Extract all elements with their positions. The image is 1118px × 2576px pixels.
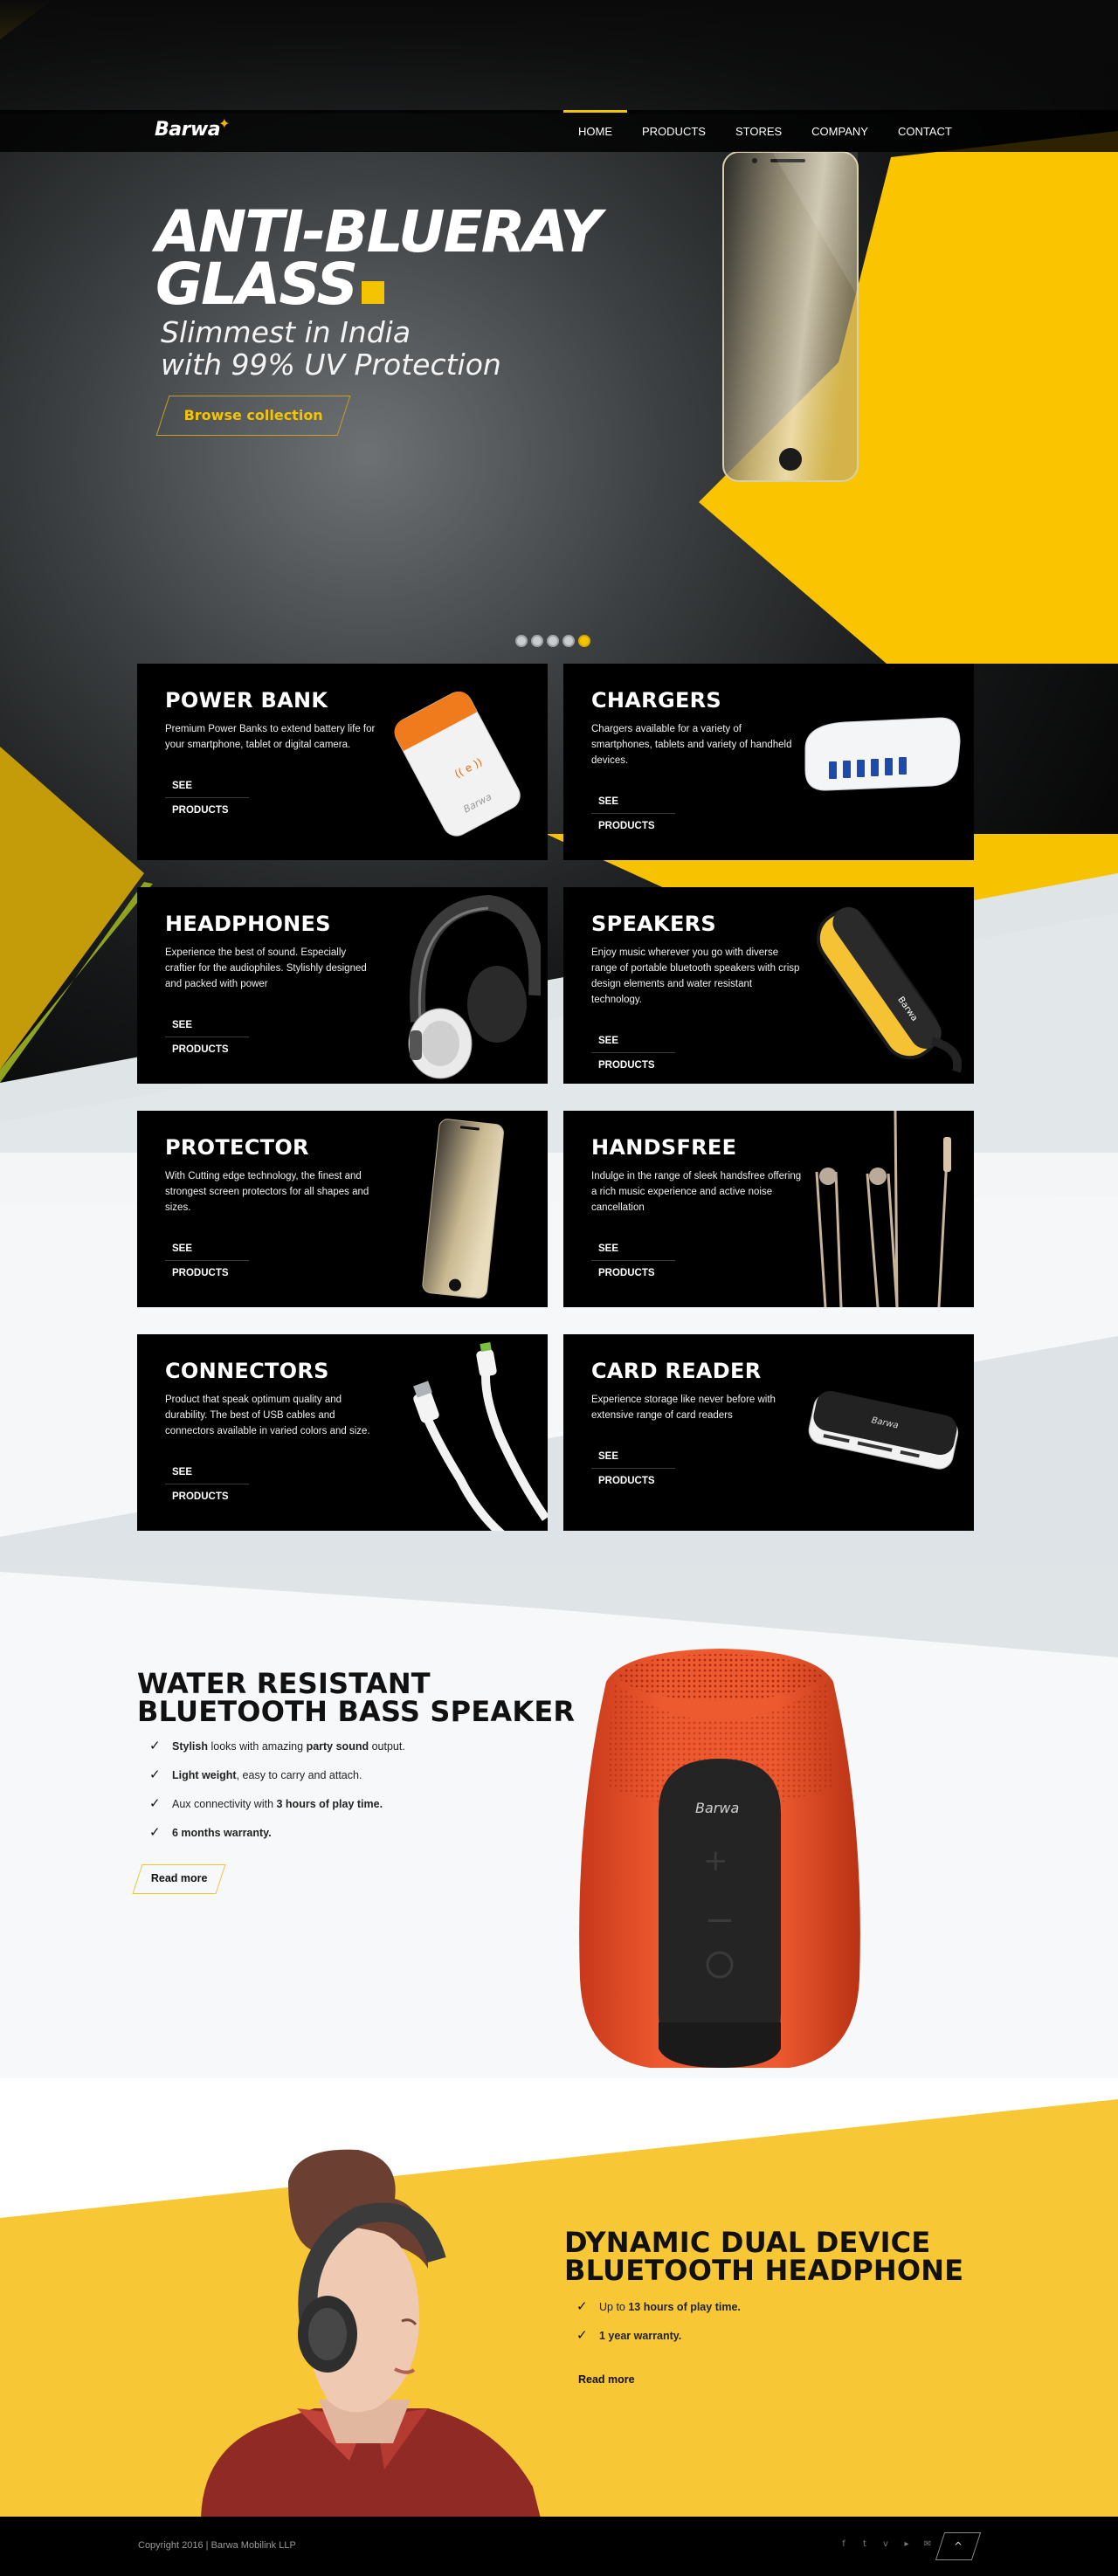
nav-contact[interactable]: CONTACT [883, 110, 967, 152]
check-icon: ✓ [149, 1825, 161, 1840]
see-products-button[interactable]: SEE PRODUCTS [165, 1236, 249, 1278]
nav-home[interactable]: HOME [563, 110, 627, 152]
speaker-feature-title: WATER RESISTANT BLUETOOTH BASS SPEAKER [137, 1667, 576, 1728]
back-to-top-button[interactable]: ^ [935, 2532, 982, 2560]
hero-subtitle: Slimmest in India with 99% UV Protection [161, 315, 501, 382]
see-products-button[interactable]: SEE PRODUCTS [165, 1460, 249, 1502]
check-icon: ✓ [149, 1796, 161, 1811]
headphone-feature-list: ✓ Up to 13 hours of play time. ✓ 1 year wa… [564, 2298, 741, 2356]
portable-speaker-image: Barwa [816, 906, 963, 1073]
check-icon: ✓ [576, 2328, 588, 2343]
headphone-read-more-link[interactable]: Read more [578, 2373, 635, 2386]
card-description: Product that speak optimum quality and d… [165, 1395, 370, 1436]
hero-title: ANTI-BLUERAY GLASS [155, 203, 645, 313]
see-products-button[interactable]: SEE PRODUCTS [591, 789, 675, 831]
card-title: CONNECTORS [165, 1359, 329, 1383]
card-description: Premium Power Banks to extend battery li… [165, 724, 376, 750]
product-card-card-reader: CARD READER Experience storage like neve… [563, 1334, 974, 1531]
product-card-headphones: HEADPHONES Experience the best of sound.… [137, 887, 548, 1084]
chevron-up-icon: ^ [953, 2540, 963, 2552]
hero-title-line2: GLASS [155, 251, 358, 318]
card-title: CHARGERS [591, 688, 722, 713]
twitter-icon[interactable]: t [859, 2538, 870, 2551]
product-card-protector: PROTECTOR With Cutting edge technology, … [137, 1111, 548, 1307]
feature-point: ✓ 1 year warranty. [576, 2328, 682, 2343]
handsfree-earphones-image [815, 1111, 951, 1307]
card-title: SPEAKERS [591, 912, 717, 936]
nav-products[interactable]: PRODUCTS [627, 110, 721, 152]
card-title: PROTECTOR [165, 1135, 309, 1160]
slider-dots [515, 635, 590, 647]
see-products-button[interactable]: SEE PRODUCTS [165, 1013, 249, 1055]
hero-screen-protector-image [722, 151, 859, 482]
card-title: POWER BANK [165, 688, 328, 713]
card-title: HANDSFREE [591, 1135, 737, 1160]
slide-dot-3[interactable] [547, 635, 559, 647]
speaker-read-more-button[interactable]: Read more [132, 1864, 226, 1894]
copyright-text: Copyright 2016 | Barwa Mobilink LLP [138, 2540, 296, 2551]
nav-stores[interactable]: STORES [721, 110, 797, 152]
see-products-button[interactable]: SEE PRODUCTS [591, 1029, 675, 1071]
check-icon: ✓ [576, 2299, 588, 2314]
product-card-handsfree: HANDSFREE Indulge in the range of sleek … [563, 1111, 974, 1307]
svg-text:+: + [703, 1843, 728, 1878]
feature-point: ✓ Up to 13 hours of play time. [576, 2299, 741, 2314]
youtube-icon[interactable]: ▸ [901, 2538, 912, 2551]
feature-point: ✓ Aux connectivity with 3 hours of play t… [149, 1796, 383, 1811]
product-card-speakers: SPEAKERS Enjoy music wherever you go wit… [563, 887, 974, 1084]
slide-dot-5[interactable] [578, 635, 590, 647]
browse-collection-button[interactable]: Browse collection [155, 396, 351, 436]
headphone-feature-section: DYNAMIC DUAL DEVICE BLUETOOTH HEADPHONE … [0, 2078, 1118, 2517]
feature-point: ✓ 6 months warranty. [149, 1825, 272, 1840]
product-card-connectors: CONNECTORS Product that speak optimum qu… [137, 1334, 548, 1531]
usb-cable-image [413, 1342, 548, 1531]
see-products-button[interactable]: SEE PRODUCTS [591, 1236, 675, 1278]
headphone-feature-title: DYNAMIC DUAL DEVICE BLUETOOTH HEADPHONE [564, 2226, 964, 2287]
slide-dot-2[interactable] [531, 635, 543, 647]
slide-dot-1[interactable] [515, 635, 528, 647]
bluetooth-speaker-image: Barwa + [579, 1649, 860, 2068]
card-description: Experience the best of sound. Especially… [165, 947, 367, 989]
vimeo-icon[interactable]: v [880, 2538, 891, 2551]
nav-menu: HOME PRODUCTS STORES COMPANY CONTACT [563, 110, 967, 152]
top-navbar: Barwa✦ HOME PRODUCTS STORES COMPANY CONT… [0, 110, 1118, 152]
card-description: Indulge in the range of sleek handsfree … [591, 1171, 802, 1213]
facebook-icon[interactable]: f [838, 2538, 849, 2551]
brand-logo[interactable]: Barwa✦ [155, 115, 231, 141]
power-bank-image: (( e )) Barwa [394, 691, 521, 837]
logo-star-icon: ✦ [218, 115, 231, 132]
nav-company[interactable]: COMPANY [797, 110, 883, 152]
card-description: Enjoy music wherever you go with diverse… [591, 947, 800, 1005]
card-title: HEADPHONES [165, 912, 331, 936]
hero-top-shade [0, 0, 1118, 114]
see-products-button[interactable]: SEE PRODUCTS [591, 1444, 675, 1486]
feature-point: ✓ Stylish looks with amazing party sound … [149, 1739, 405, 1753]
slide-dot-4[interactable] [562, 635, 575, 647]
screen-protector-image [422, 1119, 504, 1298]
see-products-button[interactable]: SEE PRODUCTS [165, 774, 249, 816]
woman-with-headphones-image [201, 2149, 541, 2517]
headphones-image [408, 894, 541, 1079]
product-card-chargers: CHARGERS Chargers available for a variet… [563, 664, 974, 860]
check-icon: ✓ [149, 1739, 161, 1753]
footer: Copyright 2016 | Barwa Mobilink LLP f t … [0, 2517, 1118, 2576]
svg-text:Barwa: Barwa [695, 1800, 739, 1816]
speaker-feature-list: ✓ Stylish looks with amazing party sound … [137, 1738, 405, 1853]
charger-image [804, 717, 961, 791]
card-description: Chargers available for a variety of smar… [591, 724, 792, 766]
card-description: Experience storage like never before wit… [591, 1395, 776, 1421]
card-reader-image: Barwa [808, 1390, 959, 1470]
email-icon[interactable]: ✉ [922, 2538, 933, 2551]
title-accent-square [362, 281, 385, 304]
product-card-power-bank: POWER BANK Premium Power Banks to extend… [137, 664, 548, 860]
hero-text-block: ANTI-BLUERAY GLASS Slimmest in India wit… [155, 203, 645, 382]
feature-point: ✓ Light weight, easy to carry and attach. [149, 1767, 362, 1782]
card-title: CARD READER [591, 1359, 762, 1383]
card-description: With Cutting edge technology, the finest… [165, 1171, 369, 1213]
social-links: f t v ▸ ✉ [838, 2538, 933, 2551]
speaker-feature-section: WATER RESISTANT BLUETOOTH BASS SPEAKER ✓… [0, 1563, 1118, 2087]
check-icon: ✓ [149, 1767, 161, 1782]
